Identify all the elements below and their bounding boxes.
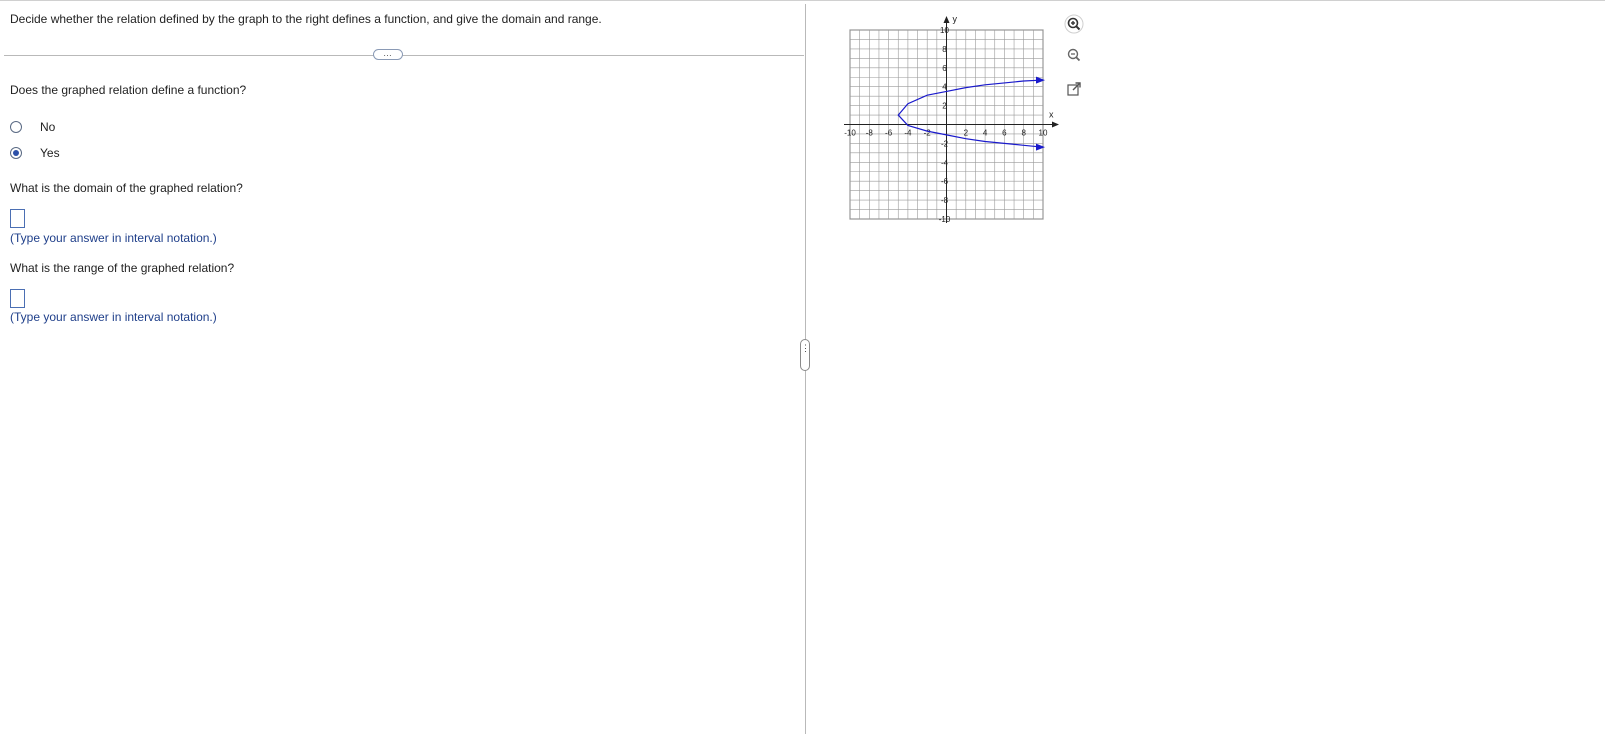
y-tick-label: 4	[942, 83, 947, 92]
top-border	[0, 0, 1605, 1]
radio-option-no[interactable]: No	[10, 118, 55, 136]
x-axis-arrow	[1052, 121, 1059, 128]
y-tick-label: -10	[939, 215, 951, 224]
relation-graph: -10 -8 -6 -4 -2 2 4 6 8 10108642-2-4-6-8-10 x y	[844, 14, 1059, 224]
x-axis-label: x	[1049, 110, 1054, 120]
zoom-in-icon	[1064, 14, 1084, 34]
popout-button[interactable]	[1063, 79, 1085, 101]
radio-label-no: No	[40, 120, 56, 134]
pane-splitter-handle[interactable]: ⋮	[800, 339, 810, 371]
more-button[interactable]: …	[373, 49, 403, 60]
y-axis-label: y	[953, 14, 958, 24]
domain-question-label: What is the domain of the graphed relati…	[10, 181, 243, 195]
range-question-label: What is the range of the graphed relatio…	[10, 261, 235, 275]
zoom-out-button[interactable]	[1063, 44, 1085, 66]
y-axis-arrow	[943, 16, 950, 23]
x-tick-label: 2	[964, 129, 969, 138]
question-prompt: Decide whether the relation defined by t…	[10, 12, 602, 26]
zoom-out-icon	[1067, 48, 1081, 62]
x-tick-label: 4	[983, 129, 988, 138]
y-tick-label: 2	[942, 102, 947, 111]
radio-label-yes: Yes	[40, 146, 60, 160]
radio-button-no[interactable]	[10, 121, 22, 133]
y-tick-label: -2	[941, 139, 949, 148]
y-tick-label: 8	[942, 45, 947, 54]
x-tick-label: -6	[885, 129, 893, 138]
y-tick-label: -4	[941, 158, 949, 167]
x-tick-label: 10	[1039, 129, 1048, 138]
domain-hint: (Type your answer in interval notation.)	[10, 231, 217, 245]
zoom-in-button[interactable]	[1063, 13, 1085, 35]
range-answer-input[interactable]	[10, 289, 25, 308]
x-tick-label: 8	[1021, 129, 1026, 138]
x-tick-label: -4	[904, 129, 912, 138]
function-question-label: Does the graphed relation define a funct…	[10, 83, 247, 97]
y-tick-label: 10	[940, 26, 949, 35]
range-hint: (Type your answer in interval notation.)	[10, 310, 217, 324]
y-tick-label: 6	[942, 64, 947, 73]
y-tick-label: -8	[941, 196, 949, 205]
radio-button-yes[interactable]	[10, 147, 22, 159]
popout-icon	[1067, 82, 1081, 96]
x-tick-label: 6	[1002, 129, 1007, 138]
x-tick-label: -8	[866, 129, 874, 138]
x-tick-label: -10	[844, 129, 856, 138]
radio-option-yes[interactable]: Yes	[10, 144, 60, 162]
domain-answer-input[interactable]	[10, 209, 25, 228]
question-separator	[4, 55, 804, 56]
y-tick-label: -6	[941, 177, 949, 186]
